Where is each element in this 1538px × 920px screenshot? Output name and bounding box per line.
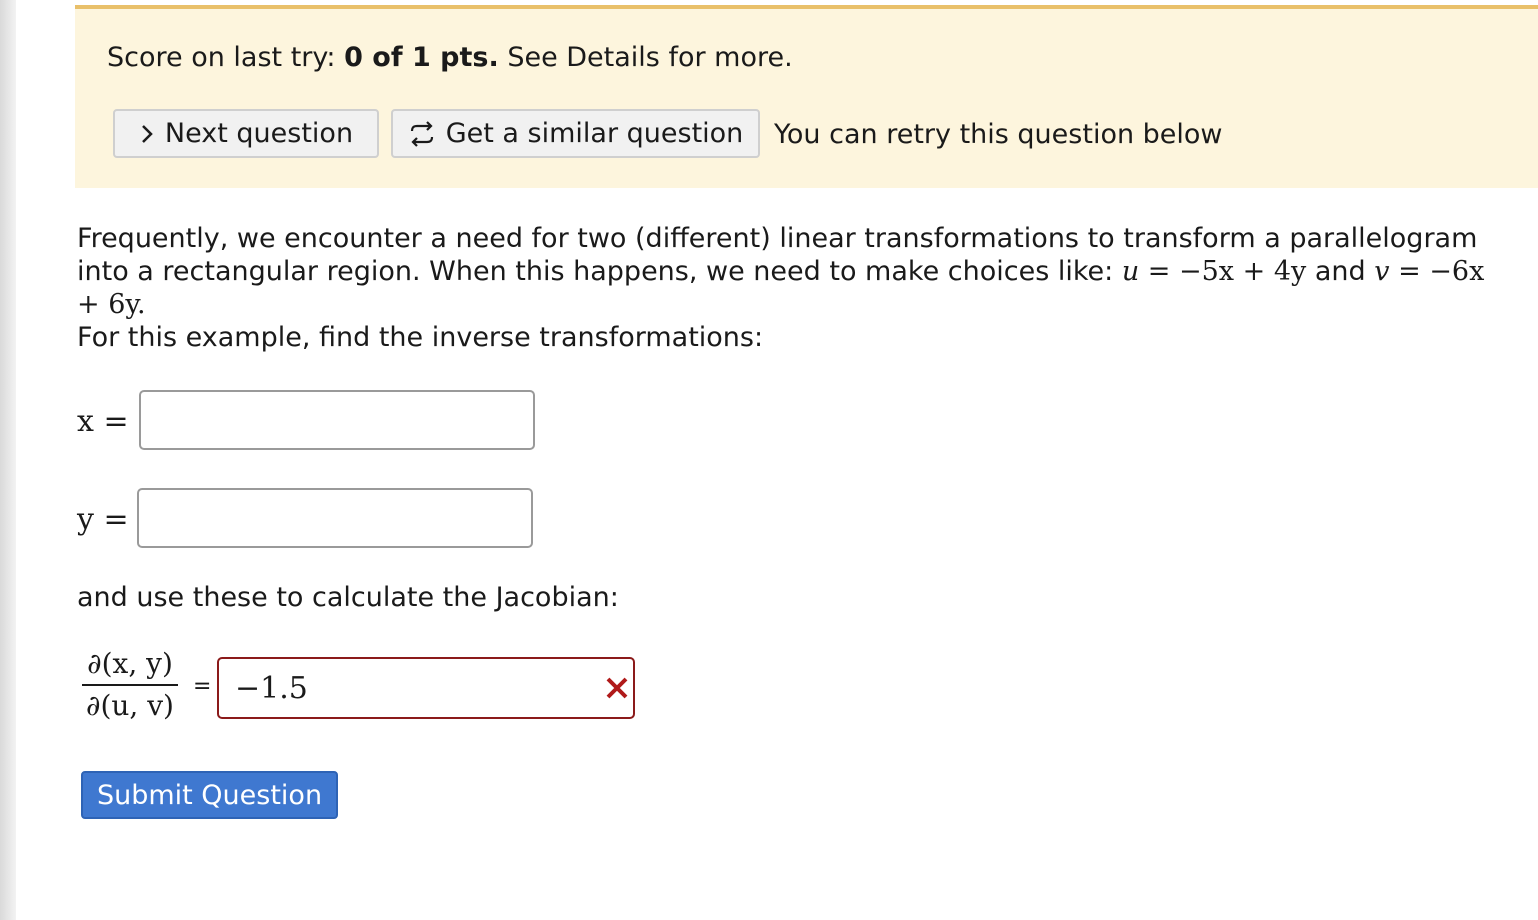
chevron-right-icon — [139, 123, 155, 145]
incorrect-x-icon — [604, 673, 630, 703]
score-suffix: See Details for more. — [498, 42, 793, 73]
submit-question-button[interactable]: Submit Question — [81, 771, 338, 819]
window-edge — [0, 0, 16, 920]
u-expression: = −5x + 4y — [1139, 256, 1307, 287]
x-label: x = — [77, 404, 129, 439]
jacobian-numerator: ∂(x, y) — [87, 647, 173, 680]
y-label: y = — [77, 502, 129, 537]
question-text: Frequently, we encounter a need for two … — [77, 222, 1497, 321]
jacobian-instruction: and use these to calculate the Jacobian: — [77, 582, 619, 613]
y-answer-input[interactable] — [137, 488, 533, 548]
next-question-button[interactable]: Next question — [113, 109, 379, 158]
retry-message: You can retry this question below — [774, 119, 1223, 150]
x-answer-input[interactable] — [139, 390, 535, 450]
repeat-icon — [408, 120, 436, 148]
score-banner: Score on last try: 0 of 1 pts. See Detai… — [75, 5, 1538, 188]
v-variable: v — [1374, 256, 1390, 287]
inverse-instruction: For this example, find the inverse trans… — [77, 322, 764, 353]
jacobian-answer-input[interactable] — [217, 657, 635, 719]
score-prefix: Score on last try: — [107, 42, 345, 73]
u-variable: u — [1121, 256, 1140, 287]
similar-question-button[interactable]: Get a similar question — [391, 109, 760, 158]
score-summary: Score on last try: 0 of 1 pts. See Detai… — [107, 42, 793, 73]
equals-sign: = — [193, 674, 212, 699]
jacobian-fraction: ∂(x, y) ∂(u, v) — [80, 644, 180, 726]
jacobian-denominator: ∂(u, v) — [86, 689, 174, 722]
and-connector: and — [1306, 256, 1375, 287]
similar-question-label: Get a similar question — [445, 118, 744, 149]
next-question-label: Next question — [164, 118, 354, 149]
score-value: 0 of 1 pts. — [344, 42, 499, 73]
